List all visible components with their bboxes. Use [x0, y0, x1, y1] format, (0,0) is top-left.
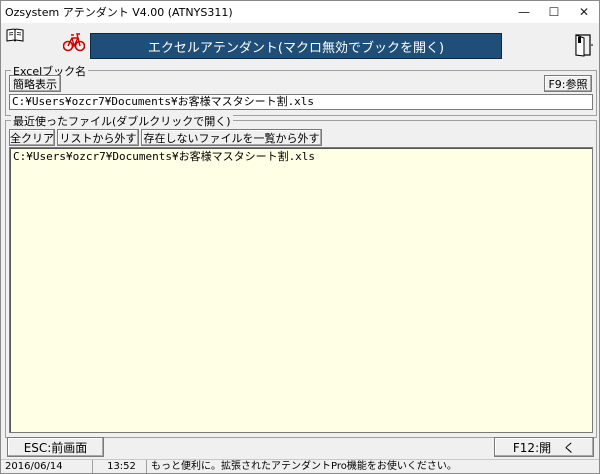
open-button[interactable]: F12:開 く	[494, 437, 594, 457]
esc-back-button[interactable]: ESC:前画面	[7, 437, 104, 457]
list-item[interactable]: C:¥Users¥ozcr7¥Documents¥お客様マスタシート割.xls	[10, 148, 592, 166]
remove-from-list-button[interactable]: リストから外す	[57, 129, 139, 146]
toolbar: エクセルアテンダント(マクロ無効でブックを開く)	[1, 23, 599, 63]
excel-path-input[interactable]: C:¥Users¥ozcr7¥Documents¥お客様マスタシート割.xls	[9, 94, 593, 110]
clear-all-button[interactable]: 全クリア	[9, 129, 55, 146]
title-bar: Ozsystem アテンダント V4.00 (ATNYS311) — ☐ ✕	[1, 1, 599, 23]
recent-files-legend: 最近使ったファイル(ダブルクリックで開く)	[11, 113, 233, 129]
status-date: 2016/06/14	[1, 460, 93, 473]
maximize-button[interactable]: ☐	[539, 1, 569, 23]
browse-button[interactable]: F9:参照	[544, 75, 592, 92]
bicycle-icon	[63, 33, 85, 52]
app-window: Ozsystem アテンダント V4.00 (ATNYS311) — ☐ ✕ エ…	[0, 0, 600, 474]
book-icon[interactable]	[6, 28, 24, 42]
recent-files-list[interactable]: C:¥Users¥ozcr7¥Documents¥お客様マスタシート割.xls	[9, 147, 593, 433]
close-button[interactable]: ✕	[569, 1, 599, 23]
window-controls: — ☐ ✕	[509, 1, 599, 23]
status-time: 13:52	[93, 460, 147, 473]
simple-view-button[interactable]: 簡略表示	[9, 75, 61, 92]
window-title: Ozsystem アテンダント V4.00 (ATNYS311)	[5, 6, 233, 19]
mode-banner: エクセルアテンダント(マクロ無効でブックを開く)	[90, 33, 502, 59]
door-icon[interactable]	[574, 33, 594, 57]
status-message: もっと便利に。拡張されたアテンダントPro機能をお使いください。	[151, 461, 457, 472]
minimize-button[interactable]: —	[509, 1, 539, 23]
status-bar: 2016/06/14 13:52 もっと便利に。拡張されたアテンダントPro機能…	[1, 459, 599, 473]
remove-missing-files-button[interactable]: 存在しないファイルを一覧から外す	[141, 129, 322, 146]
